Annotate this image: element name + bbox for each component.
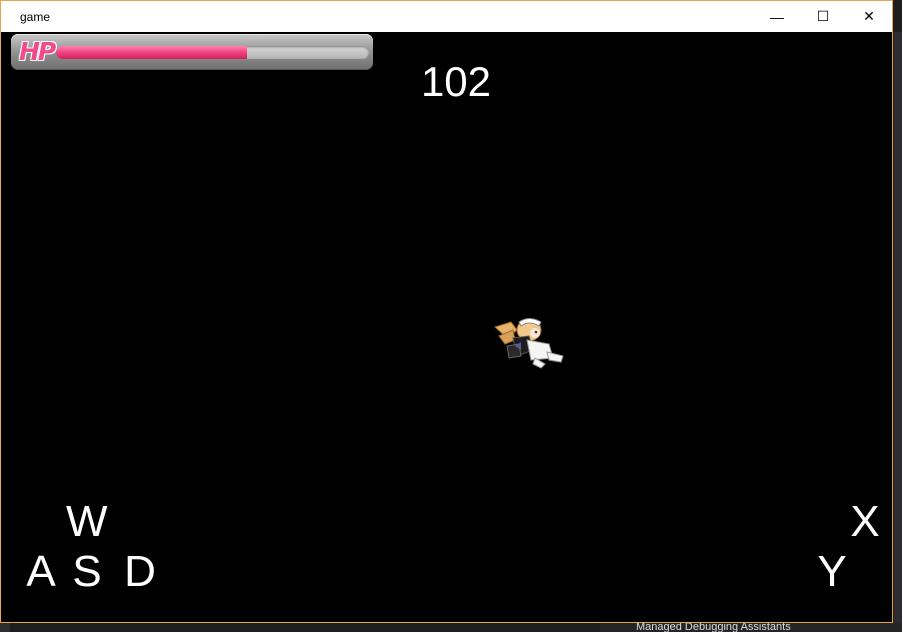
title-bar[interactable]: game — ☐ ✕ bbox=[1, 1, 892, 32]
maximize-icon: ☐ bbox=[816, 8, 830, 24]
close-button[interactable]: ✕ bbox=[846, 1, 892, 32]
minimize-icon: — bbox=[770, 8, 784, 25]
minimize-button[interactable]: — bbox=[754, 1, 800, 32]
maximize-button[interactable]: ☐ bbox=[800, 1, 846, 32]
hp-label: HP bbox=[19, 37, 56, 66]
player-character-sprite bbox=[494, 318, 564, 369]
hp-fill bbox=[56, 46, 247, 59]
key-y-button[interactable]: Y bbox=[812, 548, 852, 596]
key-w-button[interactable]: W bbox=[66, 498, 108, 546]
score-counter: 102 bbox=[420, 58, 492, 105]
window-title: game bbox=[20, 9, 51, 24]
key-a-button[interactable]: A bbox=[21, 548, 61, 596]
close-icon: ✕ bbox=[863, 8, 875, 24]
background-right-panel bbox=[894, 32, 902, 632]
game-window: game — ☐ ✕ HP 102 W A S D X Y bbox=[0, 0, 893, 623]
background-bottom-text: Managed Debugging Assistants bbox=[636, 622, 791, 632]
key-x-button[interactable]: X bbox=[845, 498, 885, 546]
game-canvas[interactable]: HP 102 W A S D X Y bbox=[1, 32, 892, 622]
hp-track bbox=[56, 46, 369, 59]
background-bottom-panel: Managed Debugging Assistants bbox=[600, 622, 902, 632]
key-d-button[interactable]: D bbox=[120, 548, 160, 596]
hp-bar: HP bbox=[11, 34, 373, 70]
key-s-button[interactable]: S bbox=[67, 548, 107, 596]
